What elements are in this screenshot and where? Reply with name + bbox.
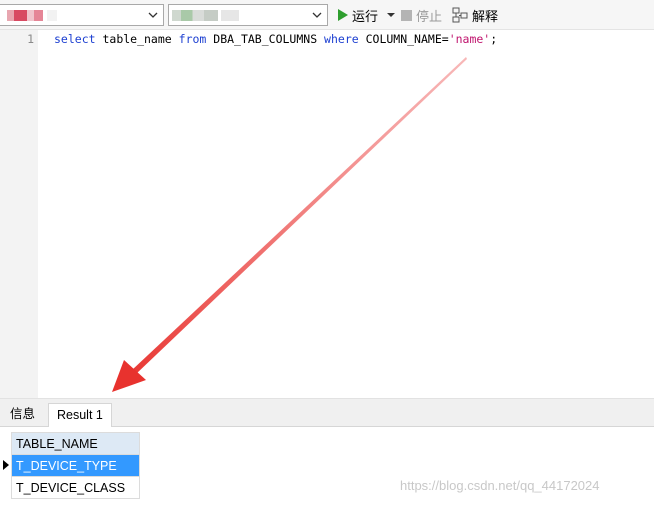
play-icon bbox=[338, 9, 348, 21]
grid-cell[interactable]: T_DEVICE_TYPE bbox=[11, 454, 140, 477]
database-select[interactable] bbox=[168, 4, 328, 26]
keyword-from: from bbox=[178, 32, 207, 46]
result-tabs: 信息 Result 1 bbox=[0, 402, 654, 428]
redacted-database-name-tail bbox=[221, 10, 239, 21]
run-label: 运行 bbox=[352, 8, 379, 24]
keyword-select: select bbox=[54, 32, 96, 46]
string-literal: 'name' bbox=[448, 32, 491, 46]
code-table: DBA_TAB_COLUMNS bbox=[206, 32, 325, 46]
explain-label: 解释 bbox=[472, 8, 499, 24]
tab-result-1[interactable]: Result 1 bbox=[48, 403, 112, 428]
code-line[interactable]: select table_name from DBA_TAB_COLUMNS w… bbox=[54, 32, 497, 46]
sql-editor[interactable]: 1 select table_name from DBA_TAB_COLUMNS… bbox=[0, 30, 654, 398]
column-header-table-name[interactable]: TABLE_NAME bbox=[11, 432, 140, 455]
table-row[interactable]: T_DEVICE_TYPE bbox=[11, 454, 140, 477]
chevron-down-icon bbox=[147, 7, 159, 23]
line-number-gutter: 1 bbox=[0, 30, 38, 398]
stop-button[interactable]: 停止 bbox=[401, 5, 442, 25]
stop-label: 停止 bbox=[416, 8, 443, 24]
code-terminator: ; bbox=[490, 32, 498, 46]
current-row-marker-icon bbox=[3, 460, 9, 470]
watermark: https://blog.csdn.net/qq_44172024 bbox=[400, 478, 600, 493]
table-row[interactable]: T_DEVICE_CLASS bbox=[11, 476, 140, 499]
result-grid: TABLE_NAME T_DEVICE_TYPE T_DEVICE_CLASS bbox=[11, 432, 140, 499]
code-column: table_name bbox=[95, 32, 179, 46]
explain-button[interactable]: 解释 bbox=[452, 5, 498, 25]
run-button[interactable]: 运行 bbox=[338, 5, 378, 25]
run-dropdown-button[interactable] bbox=[386, 5, 396, 25]
caret-down-icon bbox=[387, 13, 395, 17]
redacted-connection-name bbox=[7, 10, 43, 21]
grid-header-row: TABLE_NAME bbox=[11, 432, 140, 455]
code-condition: COLUMN_NAME= bbox=[358, 32, 449, 46]
line-number: 1 bbox=[27, 32, 34, 46]
stop-icon bbox=[401, 9, 412, 21]
grid-cell[interactable]: T_DEVICE_CLASS bbox=[11, 476, 140, 499]
toolbar: 运行 停止 解释 bbox=[0, 0, 654, 30]
row-indicator-column bbox=[0, 432, 11, 498]
result-grid-area: TABLE_NAME T_DEVICE_TYPE T_DEVICE_CLASS bbox=[0, 427, 654, 506]
keyword-where: where bbox=[324, 32, 359, 46]
chevron-down-icon bbox=[311, 7, 323, 23]
explain-icon bbox=[452, 7, 468, 23]
tab-info[interactable]: 信息 bbox=[2, 403, 43, 427]
redacted-database-name bbox=[172, 10, 218, 21]
redacted-connection-name-tail bbox=[47, 10, 57, 21]
connection-select[interactable] bbox=[0, 4, 164, 26]
